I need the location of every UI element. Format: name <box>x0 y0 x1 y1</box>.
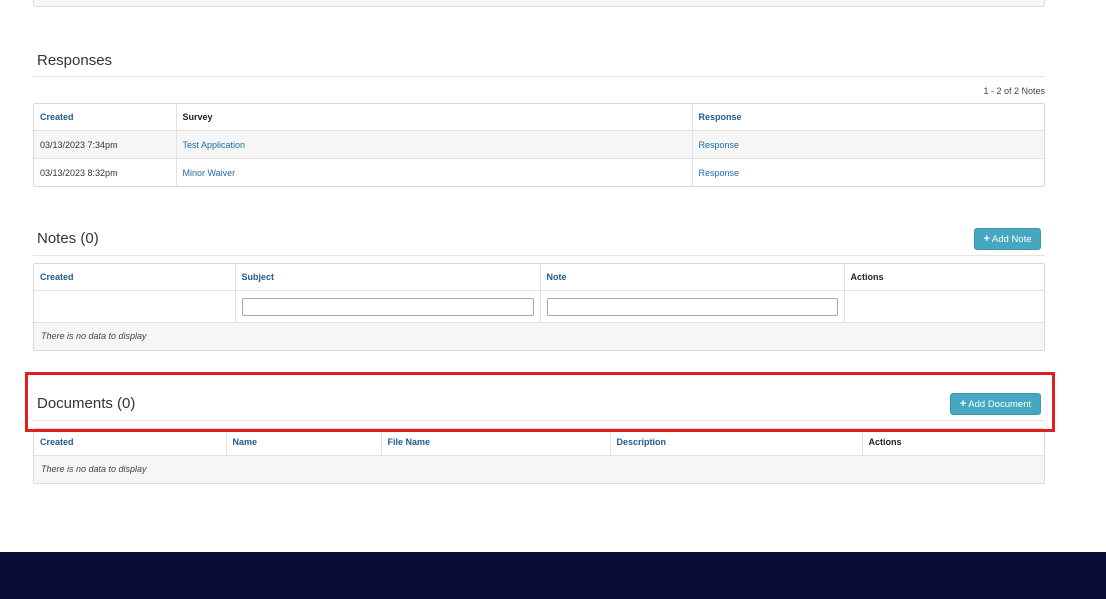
column-header-file-name[interactable]: File Name <box>381 429 611 456</box>
filter-cell-actions <box>844 291 1044 323</box>
responses-title: Responses <box>37 52 113 69</box>
column-header-actions: Actions <box>844 264 1044 291</box>
response-link[interactable]: Response <box>699 140 740 150</box>
column-header-note[interactable]: Note <box>540 264 845 291</box>
add-note-button[interactable]: + Add Note <box>974 228 1041 250</box>
cell-survey: Minor Waiver <box>176 158 693 186</box>
filter-cell-note <box>540 290 845 322</box>
cell-response: Response <box>692 130 1044 159</box>
column-header-description[interactable]: Description <box>610 429 863 456</box>
column-header-survey: Survey <box>176 104 693 131</box>
documents-title: Documents (0) <box>37 395 136 412</box>
subject-filter-input[interactable] <box>241 297 534 316</box>
documents-divider <box>33 420 1045 421</box>
responses-count-label: 1 - 2 of 2 Notes <box>983 86 1045 96</box>
filter-cell-created <box>34 290 236 322</box>
add-document-label: Add Document <box>968 399 1032 410</box>
cell-created: 03/13/2023 7:34pm <box>34 130 177 159</box>
column-header-created[interactable]: Created <box>34 264 236 291</box>
cell-survey: Test Application <box>176 130 693 159</box>
survey-link[interactable]: Minor Waiver <box>183 168 236 178</box>
column-header-actions: Actions <box>862 429 1044 456</box>
documents-empty-message: There is no data to display <box>34 456 1044 483</box>
table-row: 03/13/2023 8:32pm Minor Waiver Response <box>34 158 1044 187</box>
filter-row <box>34 290 1044 323</box>
notes-empty-message: There is no data to display <box>34 322 1044 350</box>
notes-divider <box>33 255 1045 256</box>
column-header-response[interactable]: Response <box>692 104 1044 131</box>
responses-header-row: Created Survey Response <box>34 104 1044 131</box>
column-header-created[interactable]: Created <box>34 104 177 131</box>
cell-response: Response <box>692 159 1044 187</box>
add-note-label: Add Note <box>991 234 1032 245</box>
filter-cell-subject <box>235 290 541 322</box>
survey-link[interactable]: Test Application <box>183 140 246 150</box>
add-document-button[interactable]: + Add Document <box>950 393 1041 415</box>
note-filter-input[interactable] <box>546 297 838 316</box>
notes-table: Created Subject Note Actions There is no… <box>33 263 1045 351</box>
responses-divider <box>33 76 1045 77</box>
cell-created: 03/13/2023 8:32pm <box>34 158 177 186</box>
column-header-created[interactable]: Created <box>34 429 227 456</box>
notes-header-row: Created Subject Note Actions <box>34 264 1044 291</box>
plus-icon: + <box>959 398 967 410</box>
table-row: 03/13/2023 7:34pm Test Application Respo… <box>34 130 1044 159</box>
notes-title: Notes (0) <box>37 230 99 247</box>
plus-icon: + <box>983 233 990 245</box>
column-header-subject[interactable]: Subject <box>235 264 541 291</box>
column-header-name[interactable]: Name <box>226 429 382 456</box>
highlight-box <box>25 372 1055 432</box>
response-link[interactable]: Response <box>699 168 740 178</box>
page-footer <box>0 552 1106 599</box>
documents-table: Created Name File Name Description Actio… <box>33 428 1045 484</box>
documents-header-row: Created Name File Name Description Actio… <box>34 429 1044 456</box>
responses-table: Created Survey Response 03/13/2023 7:34p… <box>33 103 1045 187</box>
previous-section-panel <box>33 0 1045 7</box>
